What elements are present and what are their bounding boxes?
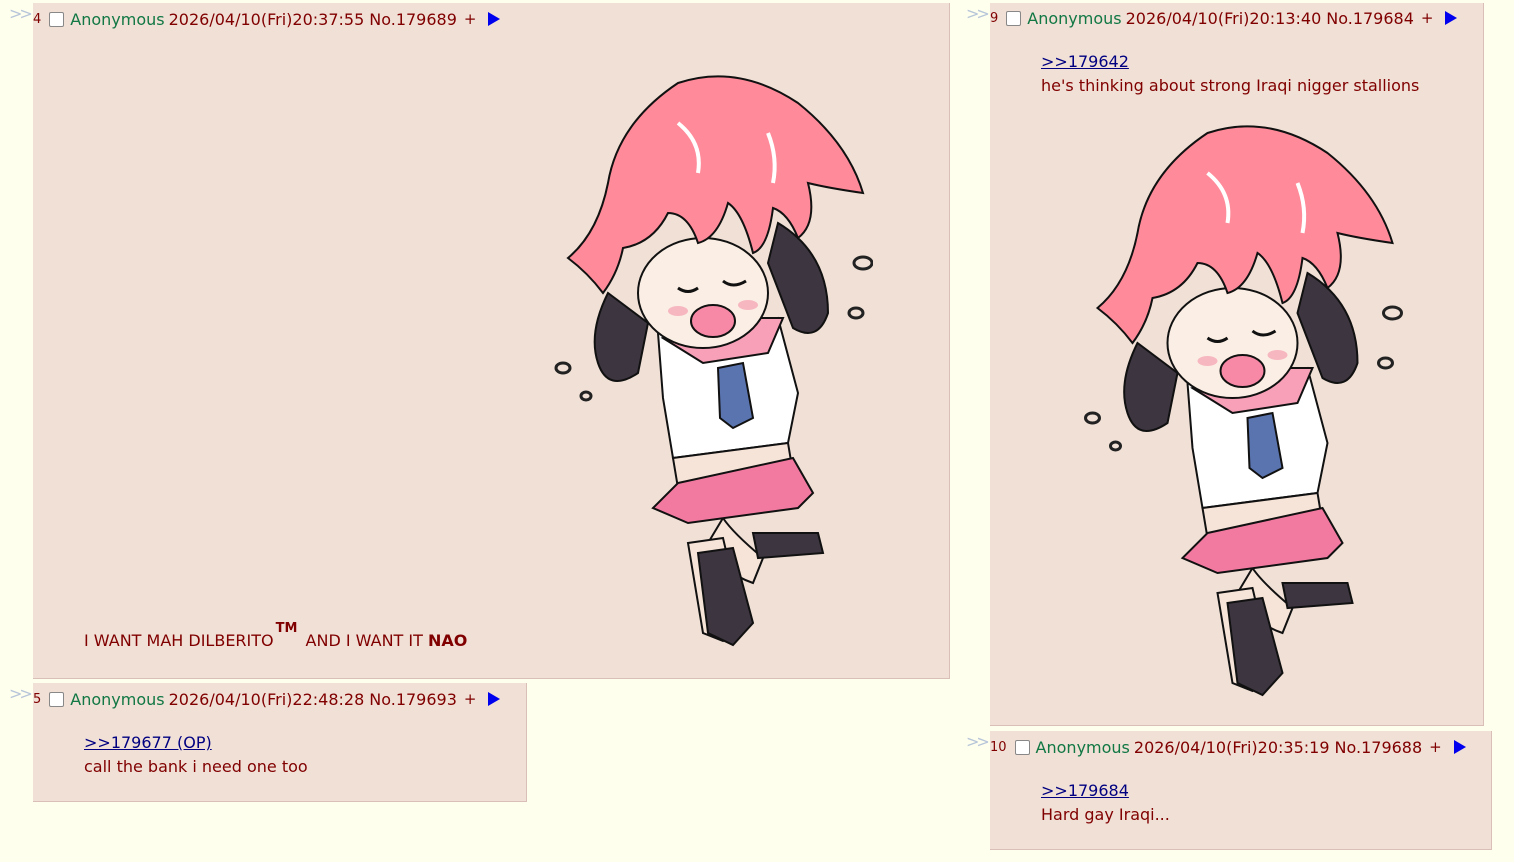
post-datetime: 2026/04/10(Fri)22:48:28 — [168, 689, 365, 709]
post-179688: 10 Anonymous 2026/04/10(Fri)20:35:19 No.… — [990, 731, 1492, 850]
poster-name: Anonymous — [1027, 8, 1122, 28]
post-number-link[interactable]: No.179684 — [1326, 9, 1414, 28]
post-checkbox[interactable] — [1014, 739, 1030, 755]
post-index: 10 — [990, 739, 1007, 755]
post-datetime: 2026/04/10(Fri)20:35:19 — [1133, 737, 1330, 757]
message-emphasis: NAO — [427, 631, 468, 650]
post-checkbox[interactable] — [49, 11, 65, 27]
post-header: 4 Anonymous 2026/04/10(Fri)20:37:55 No.1… — [33, 4, 501, 34]
post-number-link[interactable]: No.179689 — [369, 10, 457, 29]
post-datetime: 2026/04/10(Fri)20:13:40 — [1125, 8, 1322, 28]
post-index: 9 — [990, 10, 999, 26]
post-message: call the bank i need one too — [84, 757, 308, 776]
post-datetime: 2026/04/10(Fri)20:37:55 — [168, 9, 365, 29]
anime-girl-image[interactable] — [1045, 113, 1415, 703]
post-179693: 5 Anonymous 2026/04/10(Fri)22:48:28 No.1… — [33, 683, 527, 802]
message-text-2: AND I WANT IT — [305, 631, 423, 650]
post-message: he's thinking about strong Iraqi nigger … — [1041, 76, 1420, 95]
quote-link[interactable]: >>179677 (OP) — [84, 733, 212, 752]
post-message: I WANT MAH DILBERITOTM AND I WANT IT NAO — [84, 621, 468, 650]
triangle-right-icon[interactable] — [1445, 11, 1458, 25]
triangle-right-icon[interactable] — [488, 12, 501, 26]
quote-link[interactable]: >>179684 — [1041, 781, 1129, 800]
post-index: 5 — [33, 691, 42, 707]
trademark-symbol: TM — [275, 621, 298, 636]
post-index: 4 — [33, 11, 42, 27]
quote-plus-button[interactable]: + — [464, 690, 477, 708]
reply-arrows: >> — [966, 4, 990, 23]
post-number-link[interactable]: No.179693 — [369, 690, 457, 709]
post-checkbox[interactable] — [1006, 10, 1022, 26]
poster-name: Anonymous — [70, 689, 165, 709]
poster-name: Anonymous — [70, 9, 165, 29]
poster-name: Anonymous — [1035, 737, 1130, 757]
post-179689: 4 Anonymous 2026/04/10(Fri)20:37:55 No.1… — [33, 3, 950, 679]
post-179684: 9 Anonymous 2026/04/10(Fri)20:13:40 No.1… — [990, 3, 1484, 726]
quote-plus-button[interactable]: + — [1429, 738, 1442, 756]
post-number-link[interactable]: No.179688 — [1335, 738, 1423, 757]
post-header: 5 Anonymous 2026/04/10(Fri)22:48:28 No.1… — [33, 684, 501, 714]
message-text: I WANT MAH DILBERITO — [84, 631, 274, 650]
reply-arrows: >> — [9, 4, 33, 23]
quote-link[interactable]: >>179642 — [1041, 52, 1129, 71]
post-header: 9 Anonymous 2026/04/10(Fri)20:13:40 No.1… — [990, 3, 1458, 33]
triangle-right-icon[interactable] — [488, 692, 501, 706]
triangle-right-icon[interactable] — [1453, 740, 1466, 754]
post-message: Hard gay Iraqi... — [1041, 805, 1170, 824]
quote-plus-button[interactable]: + — [1421, 9, 1434, 27]
quote-plus-button[interactable]: + — [464, 10, 477, 28]
anime-girl-image[interactable] — [528, 63, 873, 653]
post-checkbox[interactable] — [49, 691, 65, 707]
post-header: 10 Anonymous 2026/04/10(Fri)20:35:19 No.… — [990, 732, 1466, 762]
reply-arrows: >> — [9, 684, 33, 703]
reply-arrows: >> — [966, 732, 990, 751]
